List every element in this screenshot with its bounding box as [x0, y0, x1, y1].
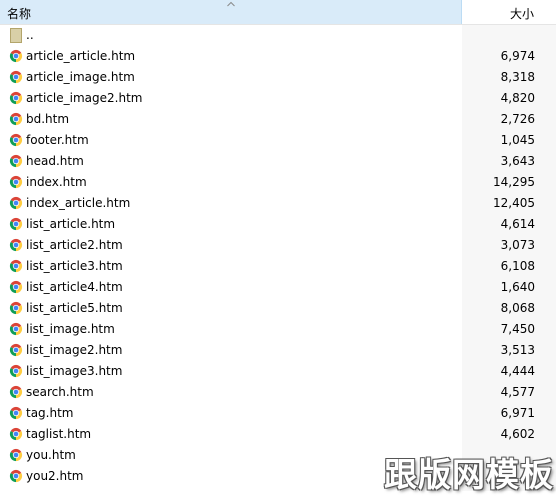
file-name: you2.htm — [26, 469, 84, 483]
file-name: list_article3.htm — [26, 259, 123, 273]
chrome-icon — [9, 154, 23, 168]
file-row[interactable]: list_image2.htm 3,513 — [0, 340, 556, 361]
file-size: 4,820 — [500, 91, 535, 105]
chrome-icon — [9, 448, 23, 462]
chrome-icon — [9, 385, 23, 399]
file-name: list_image3.htm — [26, 364, 123, 378]
file-row[interactable]: list_image3.htm 4,444 — [0, 361, 556, 382]
chrome-icon — [9, 70, 23, 84]
file-row[interactable]: index.htm 14,295 — [0, 172, 556, 193]
file-list: .. article_article.htm 6,974 article_image… — [0, 25, 556, 487]
chrome-icon — [9, 343, 23, 357]
name-column-header[interactable]: 名称 — [0, 0, 462, 24]
file-row[interactable]: taglist.htm 4,602 — [0, 424, 556, 445]
column-header-bar: 名称 大小 — [0, 0, 556, 25]
chrome-icon — [9, 301, 23, 315]
chrome-icon — [9, 49, 23, 63]
chrome-icon — [9, 217, 23, 231]
file-row[interactable]: article_image2.htm 4,820 — [0, 88, 556, 109]
file-name: .. — [26, 28, 34, 42]
file-size: 4,444 — [500, 364, 535, 378]
file-row[interactable]: index_article.htm 12,405 — [0, 193, 556, 214]
file-row[interactable]: tag.htm 6,971 — [0, 403, 556, 424]
file-name: tag.htm — [26, 406, 74, 420]
file-name: list_article.htm — [26, 217, 116, 231]
file-row[interactable]: article_article.htm 6,974 — [0, 46, 556, 67]
size-column-label: 大小 — [509, 7, 534, 21]
chrome-icon — [9, 175, 23, 189]
chrome-icon — [9, 406, 23, 420]
chrome-icon — [9, 280, 23, 294]
file-name: search.htm — [26, 385, 94, 399]
file-name: index_article.htm — [26, 196, 131, 210]
file-row[interactable]: list_article5.htm 8,068 — [0, 298, 556, 319]
file-size: 3,513 — [500, 343, 535, 357]
watermark-logo: 跟版网模板 — [384, 455, 554, 494]
chrome-icon — [9, 238, 23, 252]
file-size: 4,614 — [500, 217, 535, 231]
file-name: list_image2.htm — [26, 343, 123, 357]
file-row[interactable]: list_article2.htm 3,073 — [0, 235, 556, 256]
file-name: article_image.htm — [26, 70, 135, 84]
file-size: 14,295 — [493, 175, 535, 189]
file-size: 7,450 — [500, 322, 535, 336]
file-row[interactable]: bd.htm 2,726 — [0, 109, 556, 130]
file-name: article_article.htm — [26, 49, 136, 63]
file-size: 3,643 — [500, 154, 535, 168]
file-name: article_image2.htm — [26, 91, 143, 105]
file-name: bd.htm — [26, 112, 70, 126]
file-size: 8,068 — [500, 301, 535, 315]
file-name: list_article2.htm — [26, 238, 123, 252]
chrome-icon — [9, 196, 23, 210]
chrome-icon — [9, 469, 23, 483]
file-size: 3,073 — [500, 238, 535, 252]
file-row[interactable]: list_article.htm 4,614 — [0, 214, 556, 235]
file-size: 8,318 — [500, 70, 535, 84]
file-name: footer.htm — [26, 133, 89, 147]
file-row[interactable]: list_article3.htm 6,108 — [0, 256, 556, 277]
file-name: list_article4.htm — [26, 280, 123, 294]
file-name: head.htm — [26, 154, 84, 168]
file-size: 6,108 — [500, 259, 535, 273]
parent-folder-row[interactable]: .. — [0, 25, 556, 46]
name-column-label: 名称 — [7, 7, 32, 21]
folder-icon — [10, 28, 22, 43]
chrome-icon — [9, 112, 23, 126]
sort-ascending-icon — [227, 1, 235, 7]
chrome-icon — [9, 427, 23, 441]
file-size: 6,971 — [500, 406, 535, 420]
file-size: 1,045 — [500, 133, 535, 147]
file-row[interactable]: article_image.htm 8,318 — [0, 67, 556, 88]
file-row[interactable]: head.htm 3,643 — [0, 151, 556, 172]
file-name: you.htm — [26, 448, 76, 462]
file-size: 1,640 — [500, 280, 535, 294]
file-row[interactable]: search.htm 4,577 — [0, 382, 556, 403]
file-size: 4,602 — [500, 427, 535, 441]
file-name: list_image.htm — [26, 322, 115, 336]
chrome-icon — [9, 364, 23, 378]
file-size: 2,726 — [500, 112, 535, 126]
chrome-icon — [9, 91, 23, 105]
file-name: list_article5.htm — [26, 301, 123, 315]
size-column-header[interactable]: 大小 — [462, 0, 556, 24]
chrome-icon — [9, 259, 23, 273]
chrome-icon — [9, 133, 23, 147]
file-name: index.htm — [26, 175, 87, 189]
chrome-icon — [9, 322, 23, 336]
file-size: 4,577 — [500, 385, 535, 399]
file-row[interactable]: list_article4.htm 1,640 — [0, 277, 556, 298]
file-size: 12,405 — [493, 196, 535, 210]
file-row[interactable]: footer.htm 1,045 — [0, 130, 556, 151]
file-size: 6,974 — [500, 49, 535, 63]
file-name: taglist.htm — [26, 427, 92, 441]
file-row[interactable]: list_image.htm 7,450 — [0, 319, 556, 340]
